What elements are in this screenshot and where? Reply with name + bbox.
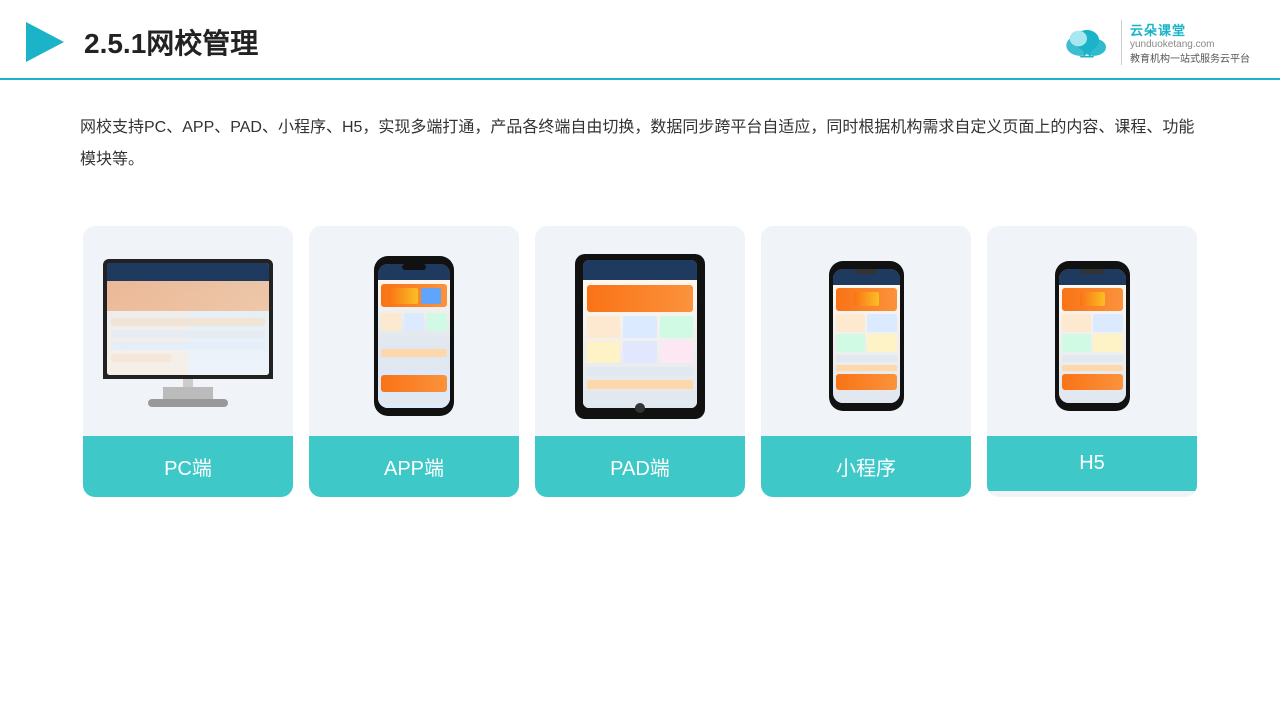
- play-icon: [20, 18, 68, 66]
- card-miniprogram-image: [761, 226, 971, 436]
- mini-phone-mock-icon-2: [1055, 261, 1130, 411]
- card-h5-label: H5: [987, 436, 1197, 491]
- logo-text: 云朵课堂 yunduoketang.com 教育机构一站式服务云平台: [1121, 20, 1250, 65]
- logo-brand-name: 云朵课堂: [1130, 20, 1250, 39]
- card-h5: H5: [987, 226, 1197, 497]
- tablet-mock-icon: [575, 254, 705, 419]
- mini-phone-mock-icon-1: [829, 261, 904, 411]
- card-pad: PAD端: [535, 226, 745, 497]
- card-app: APP端: [309, 226, 519, 497]
- phone-mock-icon: [374, 256, 454, 416]
- card-pad-image: [535, 226, 745, 436]
- card-pad-label: PAD端: [535, 436, 745, 497]
- card-miniprogram: 小程序: [761, 226, 971, 497]
- description-text: 网校支持PC、APP、PAD、小程序、H5，实现多端打通，产品各终端自由切换，数…: [0, 80, 1280, 196]
- card-pc: PC端: [83, 226, 293, 497]
- card-app-label: APP端: [309, 436, 519, 497]
- cloud-logo-icon: [1061, 23, 1113, 61]
- logo-url: yunduoketang.com: [1130, 39, 1250, 50]
- header-left: 2.5.1网校管理: [20, 18, 258, 66]
- card-app-image: [309, 226, 519, 436]
- page-header: 2.5.1网校管理 云朵课堂 yunduoketang.com 教育机构一站式服…: [0, 0, 1280, 80]
- card-h5-image: [987, 226, 1197, 436]
- page-title: 2.5.1网校管理: [84, 22, 258, 62]
- card-pc-label: PC端: [83, 436, 293, 497]
- logo-area: 云朵课堂 yunduoketang.com 教育机构一站式服务云平台: [1061, 20, 1250, 65]
- cards-container: PC端: [0, 206, 1280, 517]
- card-miniprogram-label: 小程序: [761, 436, 971, 497]
- pc-monitor-icon: [103, 259, 273, 414]
- logo-slogan: 教育机构一站式服务云平台: [1130, 50, 1250, 65]
- card-pc-image: [83, 226, 293, 436]
